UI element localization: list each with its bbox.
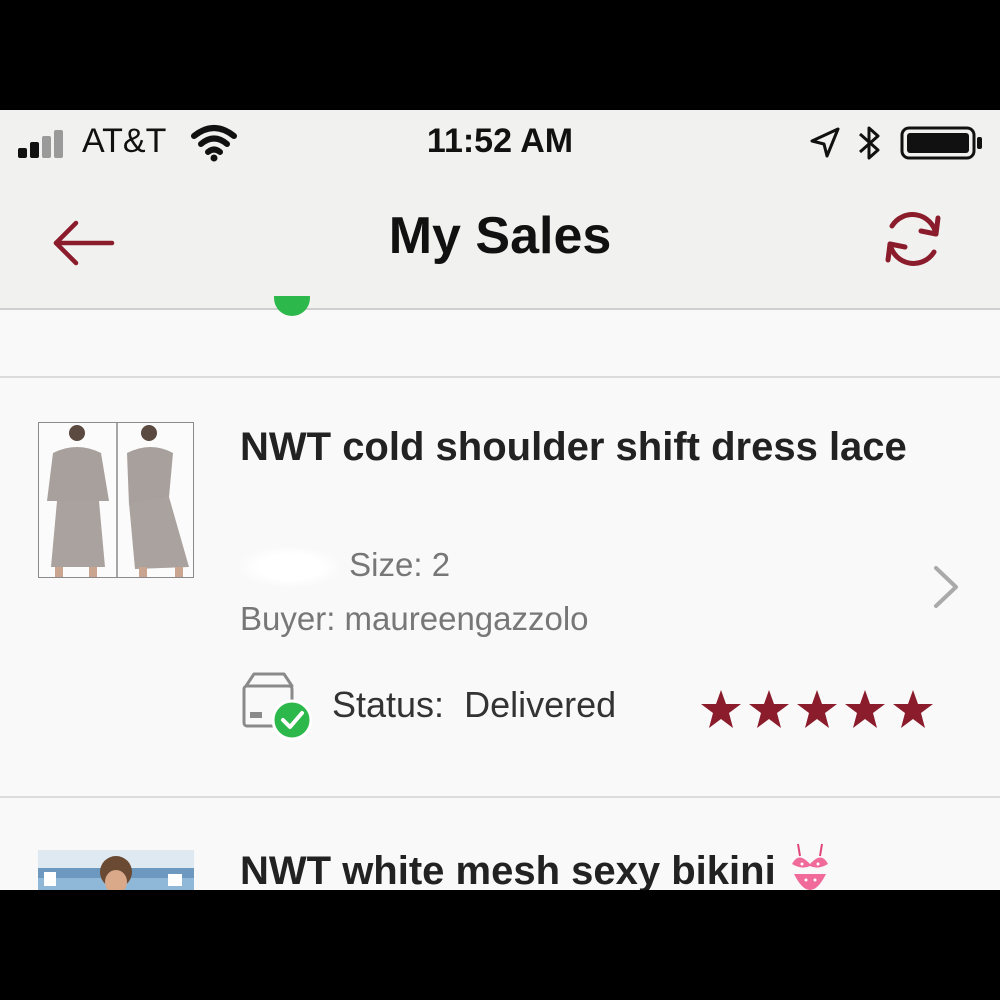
status-bar: AT&T 11:52 AM: [0, 110, 1000, 176]
location-arrow-icon: [810, 127, 840, 158]
item-thumbnail: [38, 422, 194, 578]
buyer-label: Buyer:: [240, 600, 336, 637]
star-icon: [893, 690, 933, 728]
item-thumbnail: [38, 850, 194, 890]
sale-item[interactable]: NWT cold shoulder shift dress lace Size:…: [0, 378, 1000, 796]
letterbox-top: [0, 0, 1000, 110]
check-circle-icon: [274, 296, 310, 316]
status-text: Status: Delivered: [332, 684, 616, 726]
star-icon: [845, 690, 885, 728]
star-icon: [701, 690, 741, 728]
size-label: Size:: [349, 546, 423, 583]
star-icon: [749, 690, 789, 728]
status-label: Status:: [332, 684, 445, 725]
nav-bar: My Sales: [0, 176, 1000, 310]
item-price-size: Size: 2: [240, 546, 451, 588]
status-time: 11:52 AM: [426, 122, 574, 160]
letterbox-bottom: [0, 890, 1000, 1000]
rating-stars: [700, 688, 934, 732]
refresh-icon[interactable]: [878, 204, 948, 274]
item-title: NWT cold shoulder shift dress lace: [240, 425, 907, 469]
price-redacted: [240, 547, 340, 588]
chevron-right-icon: [934, 566, 958, 608]
star-icon: [797, 690, 837, 728]
status-value: Delivered: [464, 684, 617, 725]
status-row: Status: Delivered: [240, 672, 660, 742]
item-title: NWT white mesh sexy bikini: [240, 842, 940, 890]
item-title-text: NWT white mesh sexy bikini: [240, 849, 776, 890]
sale-item[interactable]: NWT white mesh sexy bikini: [0, 798, 1000, 890]
bluetooth-icon: [859, 126, 880, 160]
package-delivered-icon: [242, 672, 313, 741]
page-title: My Sales: [388, 207, 612, 265]
bikini-emoji-icon: [791, 843, 828, 890]
buyer-username: maureengazzolo: [344, 600, 589, 637]
item-buyer: Buyer: maureengazzolo: [240, 600, 589, 638]
app-screen: AT&T 11:52 AM My Sales NWT cold shoulder…: [0, 110, 1000, 890]
battery-icon: [900, 126, 982, 160]
sales-list: NWT cold shoulder shift dress lace Size:…: [0, 296, 1000, 890]
size-value: 2: [431, 546, 451, 583]
